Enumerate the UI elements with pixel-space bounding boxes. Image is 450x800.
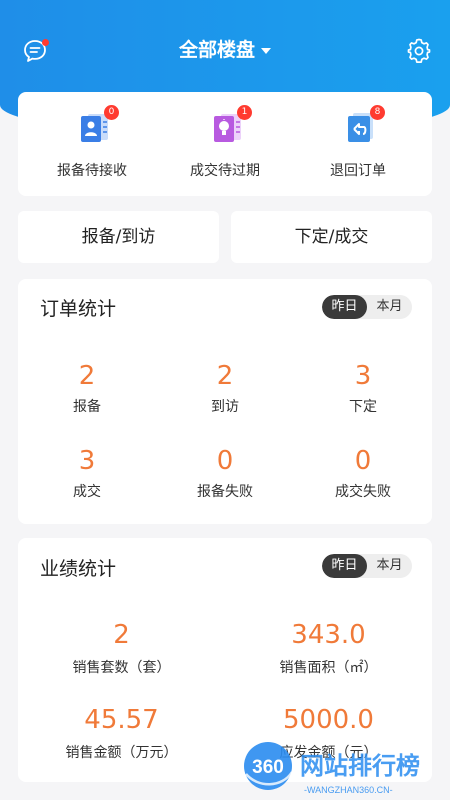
segment-yesterday[interactable]: 昨日 xyxy=(322,554,367,578)
tab-report-visit[interactable]: 报备/到访 xyxy=(18,211,219,263)
segment-yesterday[interactable]: 昨日 xyxy=(322,295,367,319)
performance-value: 45.57 xyxy=(84,705,159,735)
quick-action-label: 成交待过期 xyxy=(190,163,260,179)
watermark-name: 网站排行榜 xyxy=(300,752,420,780)
quick-action-label: 退回订单 xyxy=(330,163,386,179)
stat-item[interactable]: 2 到访 xyxy=(156,359,294,417)
gear-icon[interactable] xyxy=(406,38,432,64)
tab-deposit-deal[interactable]: 下定/成交 xyxy=(231,211,432,263)
segment-this-month[interactable]: 本月 xyxy=(367,554,412,578)
stat-label: 报备 xyxy=(73,399,101,415)
quick-action-pending-receive[interactable]: 0 报备待接收 xyxy=(32,92,152,196)
order-stats-title: 订单统计 xyxy=(40,298,117,320)
stat-label: 成交失败 xyxy=(335,484,391,500)
stat-item[interactable]: 3 成交 xyxy=(18,444,156,502)
quick-actions-card: 0 报备待接收 1 成交待过期 8 退回订单 xyxy=(18,92,432,196)
performance-value: 5000.0 xyxy=(283,705,374,735)
quick-action-expiring-deals[interactable]: 1 成交待过期 xyxy=(165,92,285,196)
caret-down-icon xyxy=(261,47,271,54)
watermark-logo: 360 网站排行榜 -WANGZHAN360.CN- xyxy=(244,742,420,795)
performance-stats-title: 业绩统计 xyxy=(40,558,117,580)
project-selector-label: 全部楼盘 xyxy=(178,39,255,61)
performance-item[interactable]: 45.57 销售金额（万元） xyxy=(18,703,225,763)
stat-label: 报备失败 xyxy=(197,484,253,500)
stat-value: 3 xyxy=(78,446,96,476)
performance-value: 2 xyxy=(113,620,130,650)
performance-label: 销售金额（万元） xyxy=(65,745,178,761)
stat-value: 3 xyxy=(354,361,372,391)
top-bar: 全部楼盘 xyxy=(0,28,450,72)
stat-item[interactable]: 3 下定 xyxy=(294,359,432,417)
quick-action-returned-orders[interactable]: 8 退回订单 xyxy=(298,92,418,196)
quick-action-label: 报备待接收 xyxy=(57,163,127,179)
segment-this-month[interactable]: 本月 xyxy=(367,295,412,319)
stat-item[interactable]: 0 成交失败 xyxy=(294,444,432,502)
badge-count: 8 xyxy=(370,105,385,120)
performance-item[interactable]: 343.0 销售面积（㎡） xyxy=(225,618,432,678)
order-stats-card: 订单统计 昨日 本月 2 报备 2 到访 3 下定 3 成交 0 报备失败 0 成… xyxy=(18,279,432,524)
stat-value: 0 xyxy=(216,446,234,476)
stat-value: 0 xyxy=(354,446,372,476)
watermark-domain: -WANGZHAN360.CN- xyxy=(304,785,393,795)
stat-label: 到访 xyxy=(211,399,239,415)
badge-count: 0 xyxy=(104,105,119,120)
stat-value: 2 xyxy=(78,361,96,391)
performance-item[interactable]: 2 销售套数（套） xyxy=(18,618,225,678)
performance-value: 343.0 xyxy=(291,620,366,650)
order-stats-period-toggle: 昨日 本月 xyxy=(322,295,412,319)
performance-period-toggle: 昨日 本月 xyxy=(322,554,412,578)
performance-label: 销售面积（㎡） xyxy=(279,660,378,676)
stat-item[interactable]: 0 报备失败 xyxy=(156,444,294,502)
stat-label: 下定 xyxy=(349,399,377,415)
stat-item[interactable]: 2 报备 xyxy=(18,359,156,417)
watermark-badge-text: 360 xyxy=(252,757,284,778)
performance-label: 销售套数（套） xyxy=(72,660,171,676)
project-selector[interactable]: 全部楼盘 xyxy=(0,37,450,63)
stat-value: 2 xyxy=(216,361,234,391)
stat-label: 成交 xyxy=(73,484,101,500)
badge-count: 1 xyxy=(237,105,252,120)
